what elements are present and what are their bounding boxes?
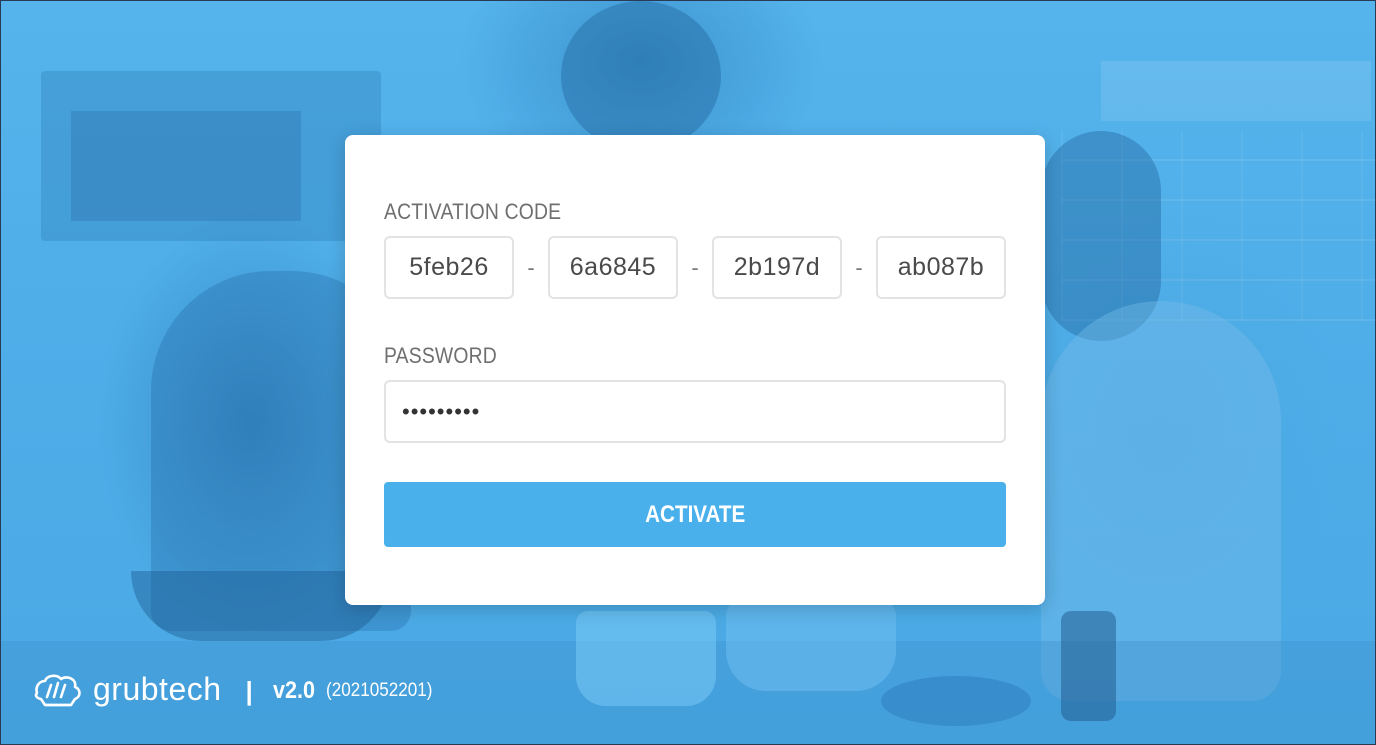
code-separator: - bbox=[527, 254, 535, 280]
code-separator: - bbox=[691, 254, 699, 280]
brand-divider: | bbox=[245, 675, 253, 706]
activation-code-field-1[interactable]: 5feb26 bbox=[384, 236, 514, 299]
activation-screen: ACTIVATION CODE 5feb26 - 6a6845 - 2b197d… bbox=[0, 0, 1376, 745]
activate-button[interactable]: ACTIVATE bbox=[384, 482, 1006, 547]
code-separator: - bbox=[855, 254, 863, 280]
activation-code-field-4[interactable]: ab087b bbox=[876, 236, 1006, 299]
activation-code-field-3[interactable]: 2b197d bbox=[712, 236, 842, 299]
grubtech-logo-icon bbox=[34, 674, 81, 707]
password-field[interactable]: ••••••••• bbox=[384, 380, 1006, 443]
activation-code-field-2[interactable]: 6a6845 bbox=[548, 236, 678, 299]
activation-card: ACTIVATION CODE 5feb26 - 6a6845 - 2b197d… bbox=[345, 135, 1045, 605]
brand-name: grubtech bbox=[93, 670, 222, 707]
activation-code-row: 5feb26 - 6a6845 - 2b197d - ab087b bbox=[384, 236, 1006, 299]
app-version: v2.0 bbox=[272, 677, 315, 704]
password-label: PASSWORD bbox=[384, 343, 497, 368]
footer-brand: grubtech | v2.0 (2021052201) bbox=[31, 669, 444, 713]
app-build-number: (2021052201) bbox=[325, 680, 433, 701]
activation-code-label: ACTIVATION CODE bbox=[384, 199, 562, 224]
activate-button-label: ACTIVATE bbox=[644, 500, 746, 528]
